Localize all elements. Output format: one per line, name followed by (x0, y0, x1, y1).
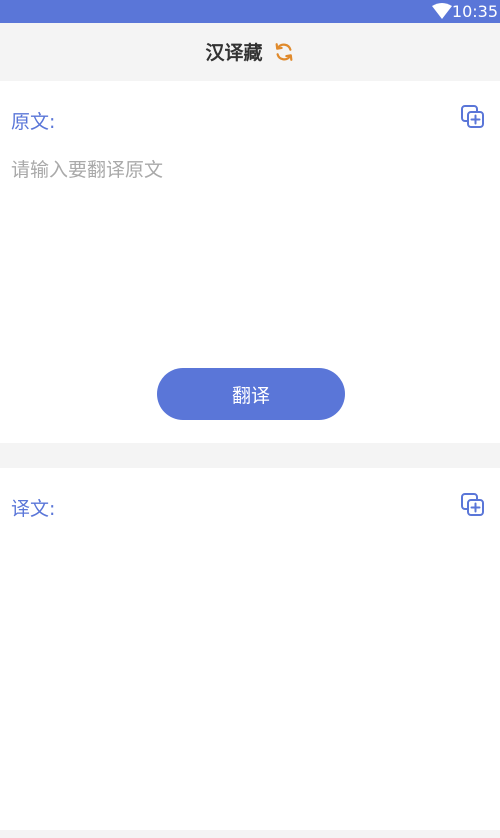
source-label: 原文: (11, 111, 56, 133)
source-text-input[interactable] (11, 155, 481, 355)
swap-direction-icon[interactable] (273, 41, 295, 63)
source-panel: 原文: 翻译 (0, 81, 500, 443)
title-wrap: 汉译藏 (0, 23, 500, 80)
wifi-icon (432, 3, 452, 19)
target-panel: 译文: (0, 468, 500, 830)
bottom-edge (0, 830, 500, 838)
app-bar: 汉译藏 (0, 23, 500, 80)
status-time: 10:35 (451, 2, 498, 21)
copy-add-icon[interactable] (460, 104, 486, 130)
copy-add-icon[interactable] (460, 492, 486, 518)
target-label: 译文: (11, 498, 56, 520)
page-title: 汉译藏 (205, 42, 263, 64)
translation-output[interactable] (11, 542, 481, 742)
status-bar: 10:35 (0, 0, 500, 23)
translate-button[interactable]: 翻译 (157, 368, 345, 420)
